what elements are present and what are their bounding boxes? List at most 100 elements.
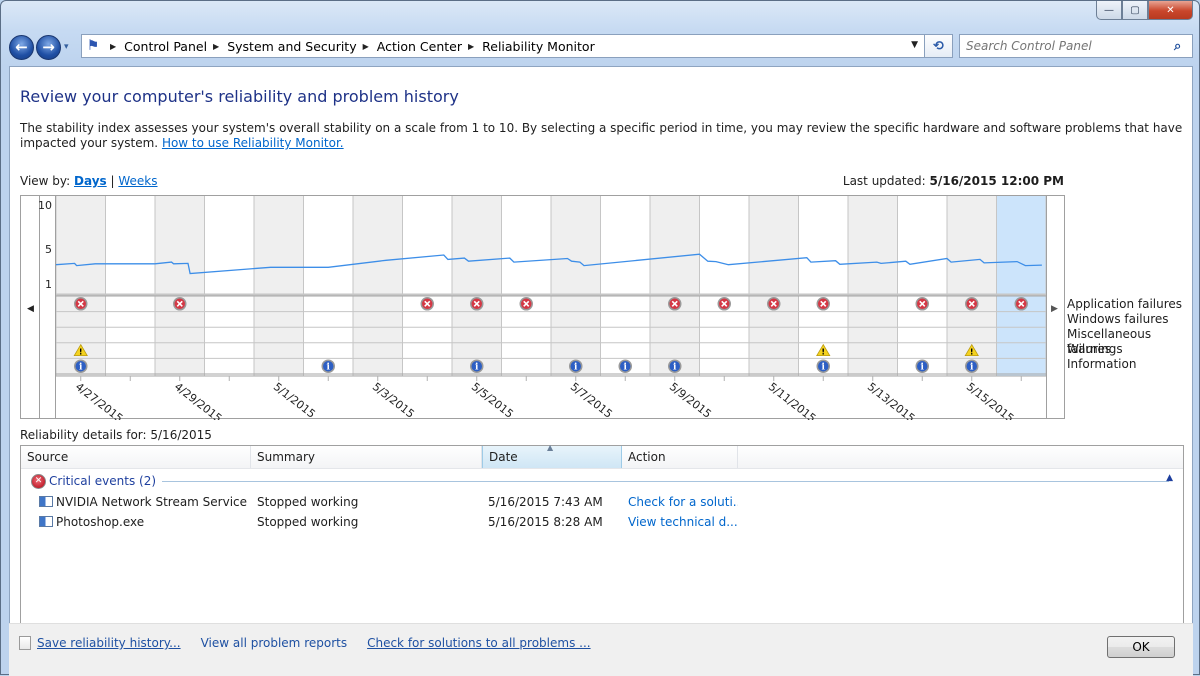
information-i-mark: i — [673, 363, 677, 373]
breadcrumb: ▶ Control Panel ▶ System and Security ▶ … — [104, 39, 595, 54]
x-tick-label: 5/1/2015 — [271, 380, 318, 420]
critical-events-group[interactable]: ✕ Critical events (2) ▲ — [21, 470, 1183, 492]
day-column[interactable] — [303, 196, 354, 376]
critical-events-title: Critical events (2) — [49, 474, 157, 488]
summary-cell: Stopped working — [257, 495, 359, 509]
column-header-summary[interactable]: Summary — [251, 446, 482, 468]
breadcrumb-action-center[interactable]: Action Center — [377, 39, 462, 54]
search-icon[interactable]: ⌕ — [1174, 39, 1192, 54]
day-column[interactable] — [600, 196, 651, 376]
day-column[interactable] — [105, 196, 156, 376]
day-column[interactable] — [848, 196, 898, 376]
day-column[interactable] — [699, 196, 750, 376]
content-area: Review your computer's reliability and p… — [9, 66, 1193, 676]
page-title: Review your computer's reliability and p… — [20, 87, 459, 106]
table-header: Source Summary ▲ Date Action — [21, 443, 1183, 469]
x-tick-label: 5/7/2015 — [568, 380, 615, 420]
day-column[interactable] — [749, 196, 799, 376]
maximize-button[interactable]: ▢ — [1122, 1, 1148, 20]
source-cell: Photoshop.exe — [35, 515, 251, 529]
chart-legend: Application failures Windows failures Mi… — [1067, 297, 1192, 372]
information-i-mark: i — [79, 363, 83, 373]
breadcrumb-separator-icon[interactable]: ▶ — [110, 42, 116, 51]
legend-windows-failures: Windows failures — [1067, 312, 1169, 326]
legend-application-failures: Application failures — [1067, 297, 1183, 311]
day-column[interactable] — [996, 196, 1047, 376]
check-solutions-label: Check for solutions to all problems ... — [367, 636, 591, 650]
view-weeks-link[interactable]: Weeks — [118, 174, 157, 188]
x-tick-label: 5/15/2015 — [964, 380, 1016, 420]
view-all-problem-reports-link[interactable]: View all problem reports — [201, 636, 348, 650]
minimize-button[interactable]: — — [1096, 1, 1122, 20]
day-column[interactable] — [254, 196, 304, 376]
day-column[interactable] — [897, 196, 948, 376]
how-to-use-link[interactable]: How to use Reliability Monitor. — [162, 136, 344, 150]
action-link[interactable]: Check for a soluti... — [622, 495, 738, 509]
refresh-button[interactable]: ⟲ — [925, 34, 953, 58]
breadcrumb-control-panel[interactable]: Control Panel — [124, 39, 207, 54]
breadcrumb-system-and-security[interactable]: System and Security — [227, 39, 356, 54]
day-column[interactable] — [501, 196, 552, 376]
column-header-date[interactable]: ▲ Date — [482, 443, 622, 468]
column-header-action[interactable]: Action — [622, 446, 738, 468]
column-header-source[interactable]: Source — [21, 446, 251, 468]
view-by-label: View by: — [20, 174, 71, 188]
legend-warnings: Warnings — [1067, 342, 1123, 356]
save-reliability-history-link[interactable]: Save reliability history... — [19, 636, 181, 650]
day-column[interactable] — [452, 196, 502, 376]
day-column[interactable] — [353, 196, 403, 376]
reliability-chart-svg[interactable]: 10 5 1 ◀ ▶!! ! i i i i i i i i i 4/27/2015 4/29/2015 5/1/… — [21, 196, 1066, 425]
scroll-left-icon[interactable]: ◀ — [27, 304, 34, 314]
recent-pages-dropdown[interactable]: ▾ — [64, 42, 69, 52]
y-tick-label: 5 — [45, 243, 52, 256]
application-icon — [39, 496, 53, 507]
action-link[interactable]: View technical d... — [622, 515, 738, 529]
last-updated-label: Last updated: — [842, 174, 926, 188]
address-dropdown-icon[interactable]: ▼ — [911, 40, 918, 50]
close-button[interactable]: ✕ — [1148, 1, 1193, 20]
address-bar[interactable]: ⚑ ▶ Control Panel ▶ System and Security … — [81, 34, 925, 58]
last-updated-value: 5/16/2015 12:00 PM — [929, 174, 1064, 188]
date-cell: 5/16/2015 8:28 AM — [488, 515, 603, 529]
back-arrow-icon: ← — [15, 38, 28, 56]
breadcrumb-separator-icon[interactable]: ▶ — [468, 42, 474, 51]
footer-links: Save reliability history... View all pro… — [19, 636, 1183, 650]
table-row[interactable]: NVIDIA Network Stream Service Stopped wo… — [21, 492, 1183, 512]
back-button[interactable]: ← — [9, 34, 34, 60]
scroll-right-icon[interactable]: ▶ — [1051, 304, 1058, 314]
ok-button[interactable]: OK — [1107, 636, 1175, 658]
information-i-mark: i — [624, 363, 628, 373]
footer-bar: Save reliability history... View all pro… — [9, 623, 1193, 676]
x-tick-label: 4/27/2015 — [73, 380, 125, 420]
source-text: Photoshop.exe — [56, 515, 145, 529]
table-row[interactable]: Photoshop.exe Stopped working 5/16/2015 … — [21, 512, 1183, 532]
day-column[interactable] — [551, 196, 601, 376]
details-table: Source Summary ▲ Date Action ✕ Critical … — [20, 443, 1184, 627]
search-box[interactable]: ⌕ — [959, 34, 1193, 58]
check-for-solutions-link[interactable]: Check for solutions to all problems ... — [367, 636, 591, 650]
y-tick-label: 10 — [38, 199, 52, 212]
column-action-label: Action — [628, 450, 666, 464]
warning-exclamation: ! — [821, 348, 825, 357]
breadcrumb-reliability-monitor[interactable]: Reliability Monitor — [482, 39, 595, 54]
group-divider — [162, 480, 1169, 482]
column-date-label: Date — [489, 450, 518, 464]
search-input[interactable] — [960, 38, 1174, 54]
last-updated: Last updated: 5/16/2015 12:00 PM — [843, 174, 1064, 188]
day-column[interactable] — [402, 196, 453, 376]
day-column[interactable] — [650, 196, 700, 376]
day-column[interactable] — [155, 196, 205, 376]
information-i-mark: i — [822, 363, 826, 373]
view-days-link[interactable]: Days — [74, 174, 107, 188]
reliability-chart[interactable]: 10 5 1 ◀ ▶!!! i i i i i i i i i 4/27/2015 4/29/2015 5/1/… — [20, 195, 1066, 425]
breadcrumb-separator-icon[interactable]: ▶ — [213, 42, 219, 51]
day-column[interactable] — [204, 196, 255, 376]
breadcrumb-separator-icon[interactable]: ▶ — [363, 42, 369, 51]
forward-button[interactable]: → — [36, 34, 61, 60]
window-controls: — ▢ ✕ — [1096, 1, 1193, 20]
forward-arrow-icon: → — [42, 38, 55, 56]
application-icon — [39, 516, 53, 527]
x-tick-label: 5/5/2015 — [469, 380, 516, 420]
collapse-group-icon[interactable]: ▲ — [1166, 473, 1173, 483]
information-i-mark: i — [970, 363, 974, 373]
